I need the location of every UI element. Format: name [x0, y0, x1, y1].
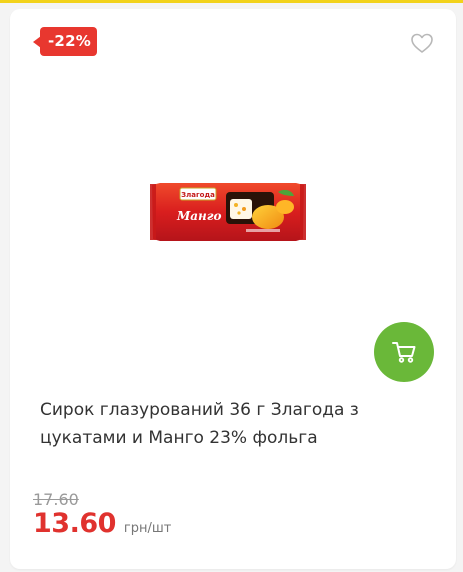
top-accent-bar [0, 0, 463, 3]
price-unit: грн/шт [123, 521, 172, 536]
discount-badge-label: -22% [48, 32, 91, 50]
current-price: 13.60 [33, 508, 116, 539]
discount-badge: -22% [33, 27, 97, 56]
product-card[interactable] [10, 9, 456, 569]
product-flavor-text: Манго [176, 209, 222, 223]
product-image: Злагода Манго [150, 183, 306, 241]
add-to-cart-button[interactable] [374, 322, 434, 382]
heart-outline-icon [411, 33, 433, 53]
product-title[interactable]: Сирок глазурований 36 г Злагода з цуката… [40, 396, 440, 452]
favorite-button[interactable] [408, 30, 436, 56]
price-row: 13.60 грн/шт [33, 508, 171, 539]
old-price: 17.60 [33, 490, 79, 509]
cart-icon [392, 342, 416, 363]
product-brand-text: Злагода [181, 191, 215, 199]
